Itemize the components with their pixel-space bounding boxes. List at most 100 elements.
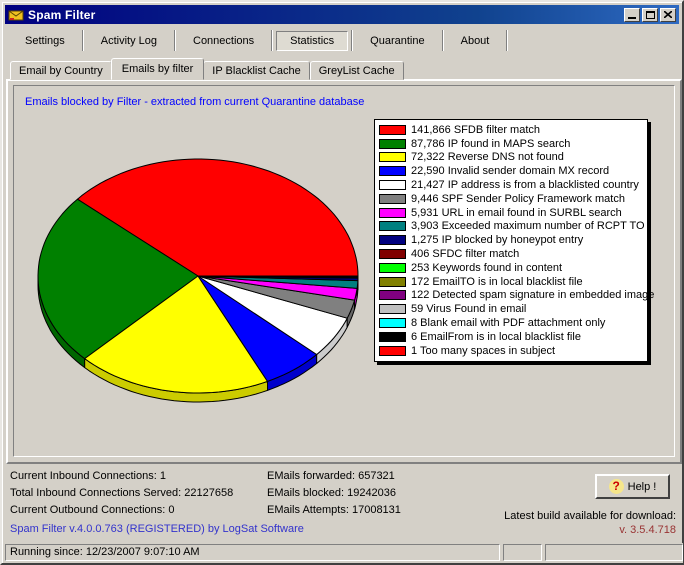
close-button[interactable] xyxy=(660,8,676,22)
legend-item: 87,786 IP found in MAPS search xyxy=(379,137,645,151)
registration-link[interactable]: Spam Filter v.4.0.0.763 (REGISTERED) by … xyxy=(10,523,304,535)
chart-area: Emails blocked by Filter - extracted fro… xyxy=(13,85,675,457)
window-controls xyxy=(624,8,676,22)
legend-label: 172 EmailTO is in local blacklist file xyxy=(411,276,583,288)
legend-item: 72,322 Reverse DNS not found xyxy=(379,151,645,165)
legend-item: 21,427 IP address is from a blacklisted … xyxy=(379,178,645,192)
help-question-icon: ? xyxy=(609,479,624,494)
tab-about[interactable]: About xyxy=(447,31,504,51)
statistics-subtabs: Email by Country Emails by filter IP Bla… xyxy=(10,58,404,80)
chart-legend: 141,866 SFDB filter match 87,786 IP found… xyxy=(374,119,648,362)
legend-color-swatch xyxy=(379,166,406,176)
legend-label: 9,446 SPF Sender Policy Framework match xyxy=(411,193,625,205)
legend-item: 5,931 URL in email found in SURBL search xyxy=(379,206,645,220)
stat-line: Current Inbound Connections: 1 xyxy=(10,468,233,485)
legend-item: 9,446 SPF Sender Policy Framework match xyxy=(379,192,645,206)
running-since-panel: Running since: 12/23/2007 9:07:10 AM xyxy=(5,544,500,561)
legend-color-swatch xyxy=(379,318,406,328)
legend-item: 122 Detected spam signature in embedded … xyxy=(379,289,645,303)
legend-color-swatch xyxy=(379,290,406,300)
stat-line: EMails blocked: 19242036 xyxy=(267,485,401,502)
latest-build-label: Latest build available for download: xyxy=(504,510,676,522)
legend-label: 6 EmailFrom is in local blacklist file xyxy=(411,331,581,343)
legend-label: 72,322 Reverse DNS not found xyxy=(411,151,564,163)
tab-settings[interactable]: Settings xyxy=(11,31,79,51)
legend-item: 406 SFDC filter match xyxy=(379,247,645,261)
legend-item: 1,275 IP blocked by honeypot entry xyxy=(379,233,645,247)
window-title: Spam Filter xyxy=(28,8,96,22)
legend-color-swatch xyxy=(379,208,406,218)
subtab-email-by-country[interactable]: Email by Country xyxy=(10,61,112,80)
legend-color-swatch xyxy=(379,221,406,231)
status-panel-3 xyxy=(545,544,683,561)
stat-line: EMails Attempts: 17008131 xyxy=(267,502,401,519)
legend-item: 6 EmailFrom is in local blacklist file xyxy=(379,330,645,344)
subtab-emails-by-filter[interactable]: Emails by filter xyxy=(111,58,205,80)
status-bar: Running since: 12/23/2007 9:07:10 AM xyxy=(5,543,683,563)
toolbar-separator xyxy=(442,30,444,51)
legend-item: 253 Keywords found in content xyxy=(379,261,645,275)
app-window: Spam Filter Settings Activity Log Connec… xyxy=(0,0,684,565)
subtab-greylist-cache[interactable]: GreyList Cache xyxy=(310,61,404,80)
legend-item: 59 Virus Found in email xyxy=(379,302,645,316)
legend-color-swatch xyxy=(379,346,406,356)
legend-color-swatch xyxy=(379,139,406,149)
maximize-button[interactable] xyxy=(642,8,658,22)
footer-stats: Current Inbound Connections: 1Total Inbo… xyxy=(6,464,682,543)
help-button[interactable]: ? Help ! xyxy=(595,474,670,499)
legend-item: 3,903 Exceeded maximum number of RCPT TO xyxy=(379,220,645,234)
maximize-icon xyxy=(646,11,655,19)
titlebar: Spam Filter xyxy=(5,5,679,24)
toolbar-separator xyxy=(174,30,176,51)
legend-item: 141,866 SFDB filter match xyxy=(379,123,645,137)
toolbar-separator xyxy=(351,30,353,51)
legend-label: 87,786 IP found in MAPS search xyxy=(411,138,570,150)
tab-activity-log[interactable]: Activity Log xyxy=(87,31,171,51)
legend-label: 1,275 IP blocked by honeypot entry xyxy=(411,234,583,246)
legend-color-swatch xyxy=(379,249,406,259)
toolbar-separator xyxy=(506,30,508,51)
stat-line: Total Inbound Connections Served: 221276… xyxy=(10,485,233,502)
legend-item: 1 Too many spaces in subject xyxy=(379,344,645,358)
legend-color-swatch xyxy=(379,263,406,273)
legend-color-swatch xyxy=(379,277,406,287)
running-since-text: Running since: 12/23/2007 9:07:10 AM xyxy=(10,546,200,558)
minimize-icon xyxy=(628,17,636,19)
legend-color-swatch xyxy=(379,304,406,314)
legend-color-swatch xyxy=(379,152,406,162)
tab-quarantine[interactable]: Quarantine xyxy=(356,31,438,51)
toolbar-separator xyxy=(271,30,273,51)
legend-label: 5,931 URL in email found in SURBL search xyxy=(411,207,622,219)
subtab-ip-blacklist-cache[interactable]: IP Blacklist Cache xyxy=(203,61,309,80)
legend-item: 8 Blank email with PDF attachment only xyxy=(379,316,645,330)
tab-connections[interactable]: Connections xyxy=(179,31,268,51)
envelope-icon xyxy=(8,8,24,22)
legend-item: 22,590 Invalid sender domain MX record xyxy=(379,164,645,178)
toolbar-separator xyxy=(82,30,84,51)
legend-label: 1 Too many spaces in subject xyxy=(411,345,555,357)
legend-color-swatch xyxy=(379,125,406,135)
legend-color-swatch xyxy=(379,332,406,342)
tab-statistics[interactable]: Statistics xyxy=(276,31,348,51)
minimize-button[interactable] xyxy=(624,8,640,22)
legend-item: 172 EmailTO is in local blacklist file xyxy=(379,275,645,289)
email-stats: EMails forwarded: 657321EMails blocked: … xyxy=(267,468,401,519)
legend-label: 3,903 Exceeded maximum number of RCPT TO xyxy=(411,220,645,232)
tab-content-panel: Emails blocked by Filter - extracted fro… xyxy=(6,79,682,464)
status-panel-2 xyxy=(503,544,542,561)
legend-label: 406 SFDC filter match xyxy=(411,248,519,260)
help-button-label: Help ! xyxy=(628,481,657,493)
close-icon xyxy=(664,11,672,18)
legend-label: 8 Blank email with PDF attachment only xyxy=(411,317,605,329)
legend-label: 141,866 SFDB filter match xyxy=(411,124,540,136)
stat-line: Current Outbound Connections: 0 xyxy=(10,502,233,519)
stat-line: EMails forwarded: 657321 xyxy=(267,468,401,485)
legend-label: 253 Keywords found in content xyxy=(411,262,562,274)
legend-label: 59 Virus Found in email xyxy=(411,303,526,315)
legend-label: 22,590 Invalid sender domain MX record xyxy=(411,165,609,177)
latest-build-version: v. 3.5.4.718 xyxy=(619,524,676,536)
legend-color-swatch xyxy=(379,235,406,245)
connection-stats: Current Inbound Connections: 1Total Inbo… xyxy=(10,468,233,519)
legend-color-swatch xyxy=(379,194,406,204)
main-toolbar: Settings Activity Log Connections Statis… xyxy=(6,28,678,53)
